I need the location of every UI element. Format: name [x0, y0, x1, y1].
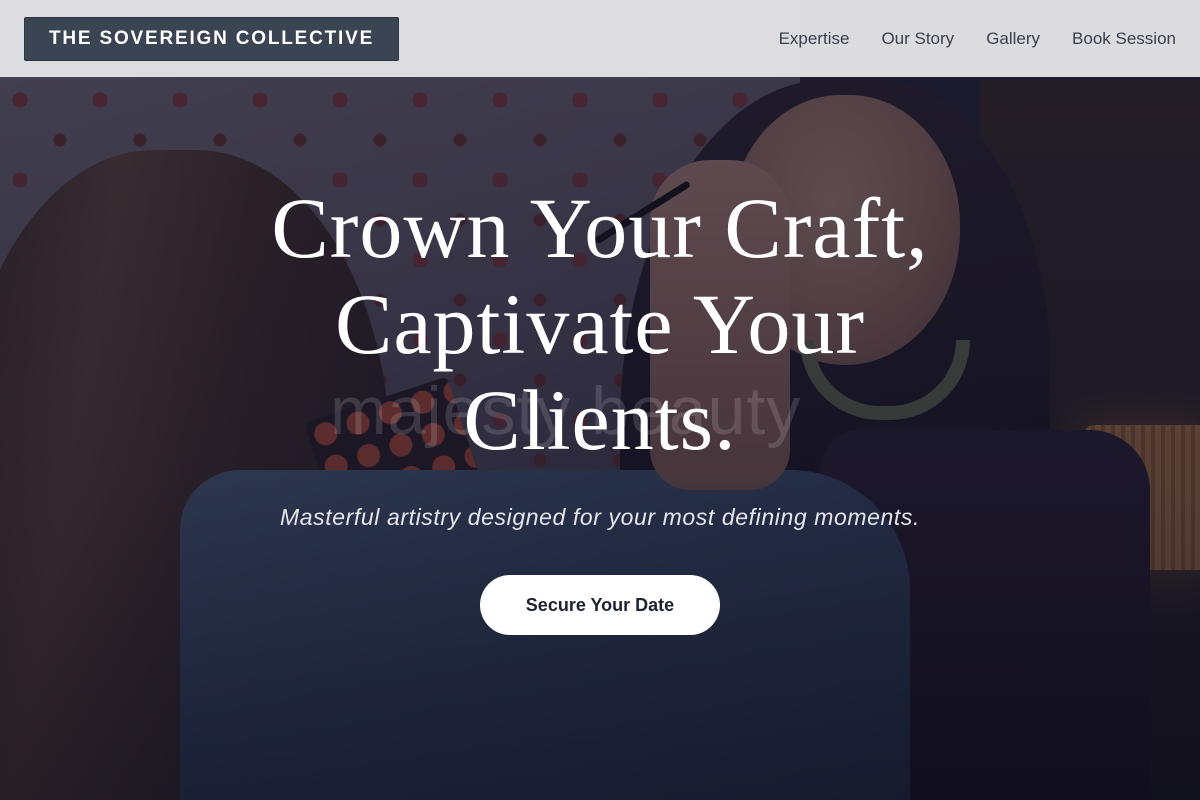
headline-line-1: Crown Your Craft, — [271, 180, 929, 276]
nav-link-book-session[interactable]: Book Session — [1072, 29, 1176, 49]
site-header: THE SOVEREIGN COLLECTIVE Expertise Our S… — [0, 0, 1200, 77]
secure-date-button[interactable]: Secure Your Date — [480, 575, 720, 635]
headline-line-2: Captivate Your — [335, 276, 865, 372]
main-nav: Expertise Our Story Gallery Book Session — [779, 29, 1176, 49]
nav-link-gallery[interactable]: Gallery — [986, 29, 1040, 49]
nav-link-expertise[interactable]: Expertise — [779, 29, 850, 49]
hero-headline: Crown Your Craft, Captivate Your Clients… — [220, 180, 980, 468]
hero-content: Crown Your Craft, Captivate Your Clients… — [0, 180, 1200, 635]
brand-logo[interactable]: THE SOVEREIGN COLLECTIVE — [24, 16, 400, 61]
hero-subheadline: Masterful artistry designed for your mos… — [279, 504, 921, 530]
nav-link-our-story[interactable]: Our Story — [881, 29, 954, 49]
headline-line-3: Clients. — [463, 372, 737, 468]
